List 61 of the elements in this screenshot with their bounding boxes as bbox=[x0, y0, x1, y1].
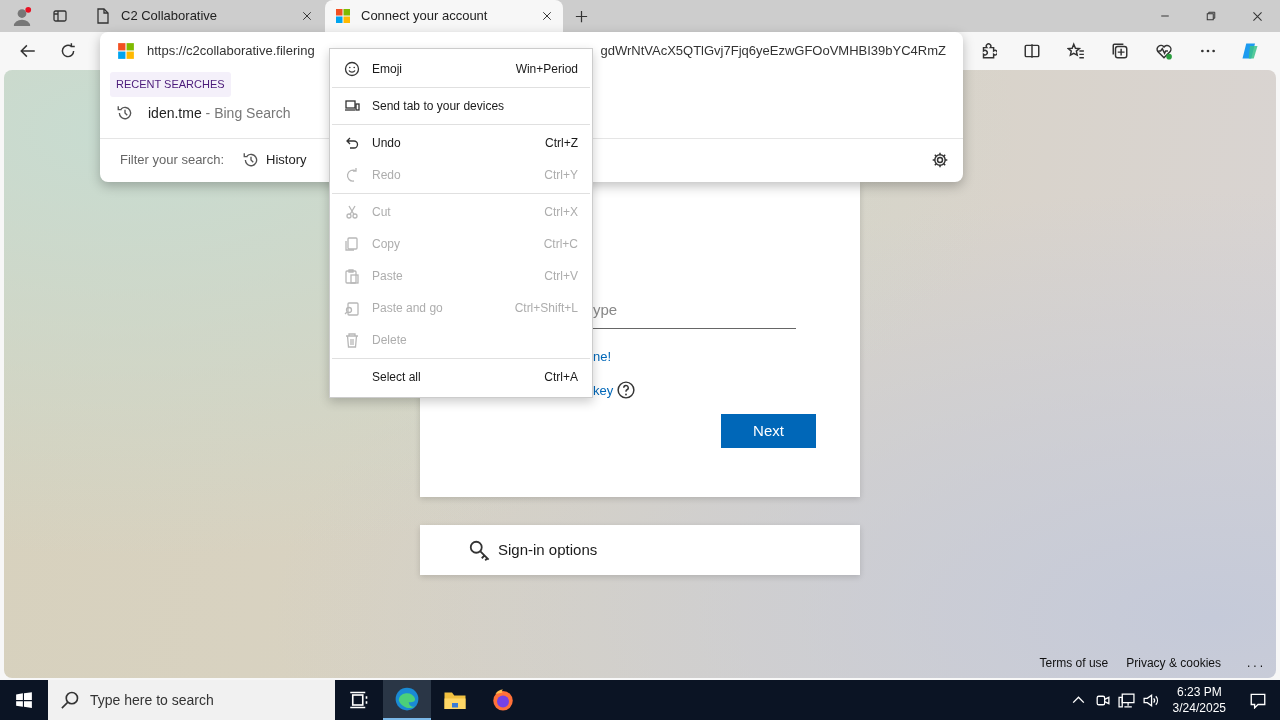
windows-logo-icon[interactable] bbox=[15, 691, 33, 709]
collections-icon[interactable] bbox=[1111, 42, 1129, 60]
key-icon bbox=[468, 539, 490, 561]
browser-tab[interactable]: C2 Collaborative bbox=[85, 0, 323, 32]
more-options-button[interactable]: ... bbox=[1247, 654, 1266, 672]
taskbar-search-field[interactable]: Type here to search bbox=[48, 680, 335, 720]
address-text: gdWrNtVAcX5QTlGvj7Fjq6yeEzwGFOoVMHBI39bYC4RmZ bbox=[600, 42, 946, 61]
favorites-icon[interactable] bbox=[1067, 42, 1085, 60]
menu-item[interactable]: Emoji Win+Period bbox=[330, 53, 592, 85]
history-icon bbox=[116, 104, 134, 122]
security-key-link[interactable]: key bbox=[593, 380, 614, 400]
devices-icon bbox=[344, 98, 360, 114]
footer-link[interactable]: Privacy & cookies bbox=[1126, 654, 1221, 672]
profile-icon[interactable] bbox=[12, 6, 32, 26]
trash-icon bbox=[344, 332, 360, 348]
volume-icon[interactable] bbox=[1142, 691, 1160, 709]
page-icon bbox=[95, 8, 111, 24]
sign-in-options-button[interactable]: Sign-in options bbox=[420, 525, 860, 575]
split-screen-icon[interactable] bbox=[1023, 42, 1041, 60]
smiley-icon bbox=[344, 61, 360, 77]
notification-icon[interactable] bbox=[1249, 691, 1267, 709]
scissors-icon bbox=[344, 204, 360, 220]
menu-item[interactable]: Undo Ctrl+Z bbox=[330, 127, 592, 159]
browser-tab[interactable]: Connect your account bbox=[325, 0, 563, 32]
search-icon bbox=[60, 690, 80, 710]
task-view-icon[interactable] bbox=[349, 690, 369, 710]
close-icon[interactable] bbox=[1250, 9, 1264, 23]
redo-icon bbox=[344, 167, 360, 183]
copilot-icon[interactable] bbox=[1240, 41, 1260, 61]
tab-actions-icon[interactable] bbox=[52, 8, 68, 24]
microsoft-logo-icon bbox=[117, 42, 135, 60]
restore-icon[interactable] bbox=[1205, 10, 1217, 22]
copy-icon bbox=[344, 236, 360, 252]
clock-date[interactable]: 3/24/2025 bbox=[1172, 700, 1226, 717]
microsoft-logo-icon bbox=[335, 8, 351, 24]
clock-time[interactable]: 6:23 PM bbox=[1172, 683, 1226, 700]
section-label: RECENT SEARCHES bbox=[110, 72, 231, 97]
heart-pulse-icon[interactable] bbox=[1155, 42, 1173, 60]
address-field[interactable]: https://c2collaborative.filering bbox=[147, 41, 315, 61]
firefox-icon[interactable] bbox=[491, 688, 515, 712]
history-filter-button[interactable]: History bbox=[242, 150, 307, 170]
settings-icon[interactable] bbox=[931, 151, 949, 169]
next-button[interactable]: Next bbox=[721, 414, 816, 448]
close-icon[interactable] bbox=[301, 10, 313, 22]
close-icon[interactable] bbox=[541, 10, 553, 22]
clipboard-search-icon bbox=[344, 300, 360, 316]
network-icon[interactable] bbox=[1118, 691, 1136, 709]
new-tab-icon[interactable] bbox=[573, 8, 589, 24]
menu-item[interactable]: Select all Ctrl+A bbox=[330, 361, 592, 393]
create-account-link[interactable]: ne! bbox=[593, 347, 816, 367]
reload-icon[interactable] bbox=[59, 42, 77, 60]
search-placeholder: Type here to search bbox=[90, 690, 214, 710]
back-icon[interactable] bbox=[19, 42, 37, 60]
filter-label: Filter your search: bbox=[120, 151, 225, 170]
menu-item[interactable]: Send tab to your devices bbox=[330, 90, 592, 122]
search-suggestion[interactable]: iden.tme - Bing Search bbox=[100, 96, 307, 130]
clipboard-icon bbox=[344, 268, 360, 284]
edge-browser-icon[interactable] bbox=[394, 686, 420, 712]
undo-icon bbox=[344, 135, 360, 151]
footer-link[interactable]: Terms of use bbox=[1039, 654, 1109, 672]
help-icon bbox=[617, 381, 636, 400]
